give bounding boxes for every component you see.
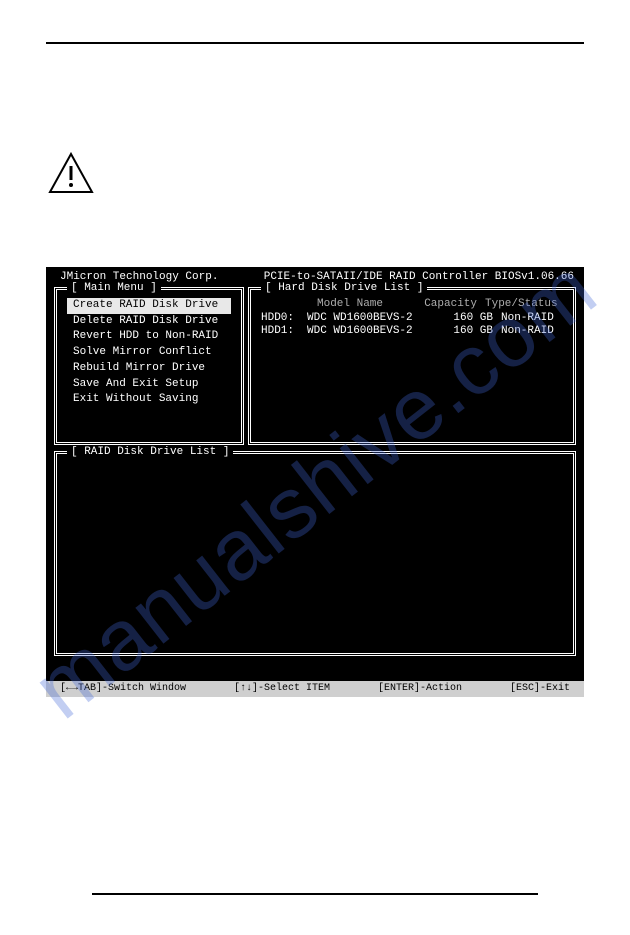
- hdd-row-1[interactable]: HDD1: WDC WD1600BEVS-2 160 GB Non-RAID: [261, 325, 563, 339]
- bottom-rule: [92, 893, 538, 895]
- hdd0-type: Non-RAID: [493, 312, 563, 326]
- hdd-row-0[interactable]: HDD0: WDC WD1600BEVS-2 160 GB Non-RAID: [261, 312, 563, 326]
- warning-icon: [48, 150, 94, 196]
- col-type: Type/Status: [477, 298, 563, 312]
- hdd-list-panel: [ Hard Disk Drive List ] Model Name Capa…: [248, 287, 576, 445]
- status-exit: [ESC]-Exit: [510, 683, 570, 696]
- menu-item-delete-raid[interactable]: Delete RAID Disk Drive: [67, 314, 231, 330]
- menu-item-exit-no-save[interactable]: Exit Without Saving: [67, 392, 231, 408]
- col-model: Model Name: [261, 298, 421, 312]
- top-rule: [46, 42, 584, 44]
- menu-item-revert-hdd[interactable]: Revert HDD to Non-RAID: [67, 329, 231, 345]
- bios-window: JMicron Technology Corp. PCIE-to-SATAII/…: [46, 267, 584, 697]
- hdd1-id: HDD1:: [261, 325, 307, 339]
- col-capacity: Capacity: [421, 298, 477, 312]
- main-menu-title: [ Main Menu ]: [67, 282, 161, 296]
- hdd0-id: HDD0:: [261, 312, 307, 326]
- status-action: [ENTER]-Action: [378, 683, 462, 696]
- hdd1-capacity: 160 GB: [437, 325, 493, 339]
- main-menu-panel: [ Main Menu ] Create RAID Disk Drive Del…: [54, 287, 244, 445]
- menu-item-rebuild-mirror[interactable]: Rebuild Mirror Drive: [67, 361, 231, 377]
- hdd1-model: WDC WD1600BEVS-2: [307, 325, 437, 339]
- menu-item-save-exit[interactable]: Save And Exit Setup: [67, 377, 231, 393]
- raid-list-title: [ RAID Disk Drive List ]: [67, 446, 233, 460]
- hdd-list-title: [ Hard Disk Drive List ]: [261, 282, 427, 296]
- hdd0-capacity: 160 GB: [437, 312, 493, 326]
- menu-item-solve-mirror[interactable]: Solve Mirror Conflict: [67, 345, 231, 361]
- menu-item-create-raid[interactable]: Create RAID Disk Drive: [67, 298, 231, 314]
- status-bar: [←→TAB]-Switch Window [↑↓]-Select ITEM […: [46, 681, 584, 698]
- raid-list-panel: [ RAID Disk Drive List ]: [54, 451, 576, 656]
- hdd0-model: WDC WD1600BEVS-2: [307, 312, 437, 326]
- status-select: [↑↓]-Select ITEM: [234, 683, 330, 696]
- hdd1-type: Non-RAID: [493, 325, 563, 339]
- hdd-columns: Model Name Capacity Type/Status: [261, 298, 563, 312]
- status-switch: [←→TAB]-Switch Window: [60, 683, 186, 696]
